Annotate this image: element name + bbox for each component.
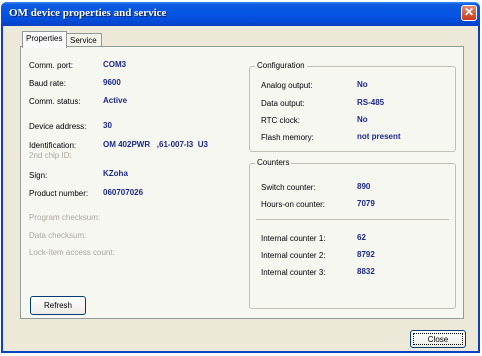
- internal-counter-3-value: 8832: [357, 267, 375, 276]
- hours-on-counter-label: Hours-on counter:: [261, 200, 326, 209]
- device-address-value: 30: [103, 121, 112, 130]
- product-number-value: 060707026: [103, 188, 144, 197]
- comm-port-value: COM3: [103, 60, 127, 69]
- product-number-label: Product number:: [29, 189, 89, 198]
- title-bar[interactable]: OM device properties and service ✕: [1, 2, 480, 26]
- counters-group: Counters Switch counter: 890 Hours-on co…: [249, 158, 456, 309]
- comm-status-value: Active: [103, 96, 128, 105]
- configuration-title: Configuration: [255, 61, 307, 70]
- counters-title: Counters: [255, 158, 292, 167]
- baud-rate-label: Baud rate:: [29, 79, 66, 88]
- close-icon[interactable]: ✕: [461, 5, 477, 21]
- rtc-clock-label: RTC clock:: [261, 116, 300, 125]
- sign-value: KZoha: [103, 169, 128, 178]
- comm-status-label: Comm. status:: [29, 97, 81, 106]
- internal-counter-3-label: Internal counter 3:: [261, 268, 326, 277]
- window-title: OM device properties and service: [9, 7, 167, 19]
- configuration-group: Configuration Analog output: No Data out…: [249, 61, 456, 152]
- tab-service[interactable]: Service: [66, 33, 102, 47]
- close-button-label: Close: [427, 335, 449, 344]
- analog-output-label: Analog output:: [261, 81, 313, 90]
- internal-counter-2-value: 8792: [357, 250, 375, 259]
- internal-counter-2-label: Internal counter 2:: [261, 251, 326, 260]
- lock-item-access-count-label: Lock-item access count:: [29, 248, 115, 257]
- tab-properties[interactable]: Properties: [22, 31, 67, 48]
- device-address-label: Device address:: [29, 122, 87, 131]
- flash-memory-label: Flash memory:: [261, 133, 314, 142]
- hours-on-counter-value: 7079: [357, 199, 375, 208]
- switch-counter-label: Switch counter:: [261, 183, 316, 192]
- properties-panel: Comm. port: COM3 Baud rate: 9600 Comm. s…: [20, 46, 464, 319]
- sign-label: Sign:: [29, 171, 48, 180]
- internal-counter-1-label: Internal counter 1:: [261, 234, 326, 243]
- switch-counter-value: 890: [357, 182, 371, 191]
- program-checksum-label: Program checksum:: [29, 213, 101, 222]
- counters-divider: [256, 219, 449, 220]
- second-chip-id-label: 2nd chip ID:: [29, 151, 72, 160]
- analog-output-value: No: [357, 80, 368, 89]
- identification-label: Identification:: [29, 141, 77, 150]
- data-output-value: RS-485: [357, 98, 385, 107]
- internal-counter-1-value: 62: [357, 233, 366, 242]
- refresh-button-label: Refresh: [43, 301, 72, 310]
- flash-memory-value: not present: [357, 132, 401, 141]
- baud-rate-value: 9600: [103, 78, 121, 87]
- data-output-label: Data output:: [261, 99, 305, 108]
- rtc-clock-value: No: [357, 115, 368, 124]
- refresh-button[interactable]: Refresh: [30, 296, 86, 315]
- identification-value: OM 402PWR ,61-007-I3 U3: [103, 140, 208, 149]
- data-checksum-label: Data checksum:: [29, 231, 87, 240]
- close-button[interactable]: Close: [410, 330, 466, 348]
- comm-port-label: Comm. port:: [29, 61, 74, 70]
